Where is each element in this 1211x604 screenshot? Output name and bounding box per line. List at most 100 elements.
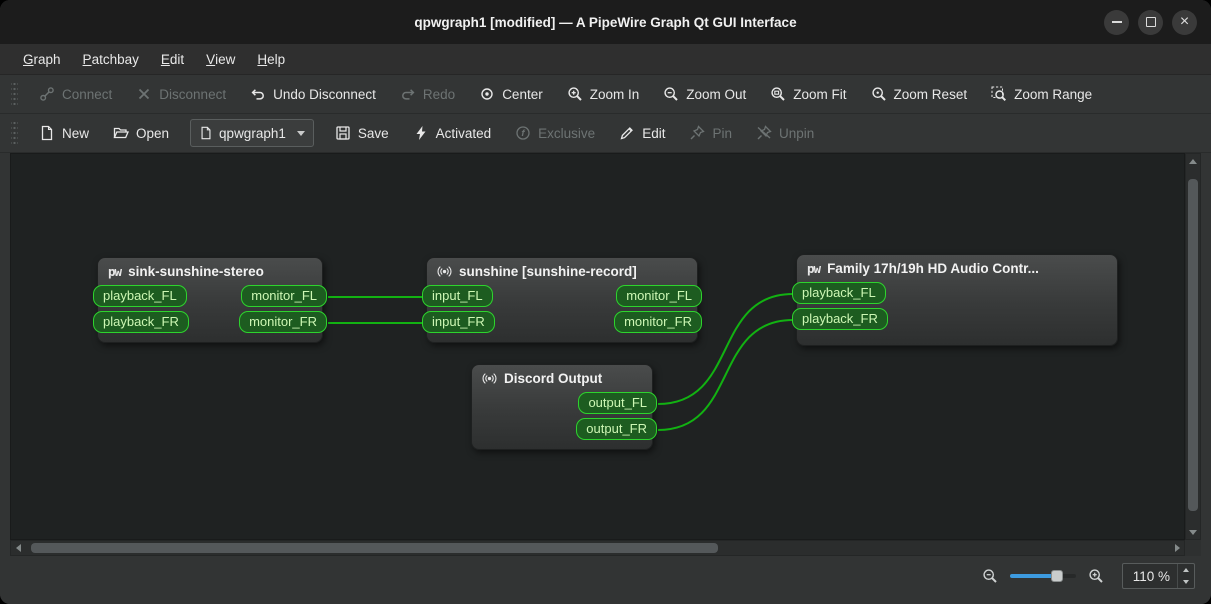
zoom-in-icon[interactable] bbox=[1088, 568, 1104, 584]
output-port-monitor_FR[interactable]: monitor_FR bbox=[239, 311, 327, 333]
edit-label: Edit bbox=[642, 125, 666, 141]
exclusive-label: Exclusive bbox=[538, 125, 596, 141]
menu-graph[interactable]: Graph bbox=[12, 44, 72, 74]
input-port-playback_FR[interactable]: playback_FR bbox=[792, 308, 888, 330]
patchbay-combo[interactable]: qpwgraph1 bbox=[190, 119, 314, 147]
menu-edit[interactable]: Edit bbox=[150, 44, 195, 74]
toolbar-drag-handle[interactable] bbox=[11, 83, 18, 105]
spin-down-button[interactable] bbox=[1178, 576, 1194, 588]
window-controls: × bbox=[1104, 9, 1211, 35]
menu-help[interactable]: Help bbox=[246, 44, 296, 74]
zoom-slider-handle[interactable] bbox=[1051, 570, 1064, 582]
scroll-right-button[interactable] bbox=[1170, 541, 1184, 555]
pin-label: Pin bbox=[712, 125, 732, 141]
exclusive-button[interactable]: f Exclusive bbox=[504, 118, 606, 148]
graph-node-sink-sunshine-stereo[interactable]: pw sink-sunshine-stereo playback_FL monitor… bbox=[93, 257, 327, 343]
connect-button[interactable]: Connect bbox=[28, 79, 123, 109]
new-button[interactable]: New bbox=[28, 118, 100, 148]
spin-up-button[interactable] bbox=[1178, 564, 1194, 576]
maximize-icon bbox=[1145, 17, 1156, 27]
redo-button[interactable]: Redo bbox=[389, 79, 466, 109]
toolbar-drag-handle[interactable] bbox=[11, 122, 18, 144]
maximize-button[interactable] bbox=[1138, 9, 1163, 35]
output-port-output_FR[interactable]: output_FR bbox=[576, 418, 657, 440]
input-port-input_FR[interactable]: input_FR bbox=[422, 311, 495, 333]
port-row: output_FL bbox=[467, 392, 657, 414]
graph-canvas[interactable]: pw sink-sunshine-stereo playback_FL monitor… bbox=[10, 153, 1185, 540]
node-title: sunshine [sunshine-record] bbox=[427, 258, 697, 285]
vertical-scroll-thumb[interactable] bbox=[1188, 178, 1198, 511]
chevron-down-icon bbox=[296, 130, 305, 136]
zoom-slider[interactable] bbox=[1009, 569, 1076, 583]
input-port-playback_FL[interactable]: playback_FL bbox=[792, 282, 886, 304]
redo-label: Redo bbox=[422, 86, 456, 102]
horizontal-scrollbar[interactable] bbox=[10, 540, 1185, 556]
zoom-range-button[interactable]: Zoom Range bbox=[980, 79, 1103, 109]
center-label: Center bbox=[502, 86, 543, 102]
zoom-slider-track[interactable] bbox=[1009, 574, 1076, 578]
save-label: Save bbox=[357, 125, 389, 141]
save-button[interactable]: Save bbox=[324, 118, 400, 148]
input-port-playback_FL[interactable]: playback_FL bbox=[93, 285, 187, 307]
horizontal-scroll-thumb[interactable] bbox=[30, 543, 718, 553]
zoom-out-button[interactable]: Zoom Out bbox=[652, 79, 757, 109]
pin-icon bbox=[690, 125, 706, 140]
patchbay-combo-value: qpwgraph1 bbox=[219, 125, 286, 141]
graph-node-family-audio[interactable]: pw Family 17h/19h HD Audio Contr... playba… bbox=[792, 254, 1118, 346]
file-toolbar: New Open qpwgraph1 Save Activated f Excl… bbox=[0, 114, 1211, 153]
zoom-in-button[interactable]: Zoom In bbox=[556, 79, 651, 109]
graph-node-discord-output[interactable]: Discord Output output_FL output_FR bbox=[471, 364, 657, 450]
zoom-reset-button[interactable]: Zoom Reset bbox=[860, 79, 979, 109]
vertical-scroll-track[interactable] bbox=[1186, 168, 1200, 525]
graph-toolbar: Connect Disconnect Undo Disconnect Redo … bbox=[0, 75, 1211, 114]
pin-button[interactable]: Pin bbox=[678, 118, 743, 148]
scrollbar-corner bbox=[1185, 540, 1201, 556]
titlebar[interactable]: qpwgraph1 [modified] — A PipeWire Graph … bbox=[0, 0, 1211, 44]
menubar: Graph Patchbay Edit View Help bbox=[0, 44, 1211, 75]
center-icon bbox=[481, 88, 493, 100]
graph-node-sunshine[interactable]: sunshine [sunshine-record] input_FLmonito… bbox=[422, 257, 702, 343]
canvas-region: pw sink-sunshine-stereo playback_FL monitor… bbox=[10, 153, 1201, 556]
arrow-right-icon bbox=[1174, 544, 1180, 552]
scroll-down-button[interactable] bbox=[1186, 525, 1200, 539]
menu-view[interactable]: View bbox=[195, 44, 246, 74]
undo-disconnect-button[interactable]: Undo Disconnect bbox=[239, 79, 387, 109]
new-label: New bbox=[62, 125, 90, 141]
scroll-up-button[interactable] bbox=[1186, 154, 1200, 168]
output-port-monitor_FL[interactable]: monitor_FL bbox=[241, 285, 327, 307]
node-title: pw Family 17h/19h HD Audio Contr... bbox=[807, 261, 1039, 276]
open-button[interactable]: Open bbox=[102, 118, 180, 148]
minimize-button[interactable] bbox=[1104, 9, 1129, 35]
lightning-icon bbox=[416, 126, 426, 140]
menu-patchbay[interactable]: Patchbay bbox=[72, 44, 150, 74]
horizontal-scroll-track[interactable] bbox=[25, 541, 1170, 555]
arrow-down-icon bbox=[1183, 580, 1189, 584]
input-port-input_FL[interactable]: input_FL bbox=[422, 285, 493, 307]
output-port-monitor_FL[interactable]: monitor_FL bbox=[616, 285, 702, 307]
zoom-reset-label: Zoom Reset bbox=[893, 86, 968, 102]
svg-text:f: f bbox=[522, 128, 526, 139]
input-port-playback_FR[interactable]: playback_FR bbox=[93, 311, 189, 333]
unpin-button[interactable]: Unpin bbox=[745, 118, 825, 148]
app-window: qpwgraph1 [modified] — A PipeWire Graph … bbox=[0, 0, 1211, 604]
disconnect-button[interactable]: Disconnect bbox=[125, 79, 237, 109]
output-port-output_FL[interactable]: output_FL bbox=[578, 392, 657, 414]
zoom-fit-label: Zoom Fit bbox=[793, 86, 847, 102]
zoom-value[interactable]: 110 % bbox=[1123, 564, 1177, 588]
port-row: input_FR monitor_FR bbox=[422, 311, 702, 333]
node-title: pw sink-sunshine-stereo bbox=[108, 264, 264, 279]
close-button[interactable]: × bbox=[1172, 9, 1197, 35]
speaker-icon bbox=[482, 373, 497, 384]
open-folder-icon bbox=[113, 127, 129, 139]
zoom-slider-fill bbox=[1009, 574, 1058, 578]
center-button[interactable]: Center bbox=[468, 79, 554, 109]
output-port-monitor_FR[interactable]: monitor_FR bbox=[614, 311, 702, 333]
activated-button[interactable]: Activated bbox=[402, 118, 503, 148]
edit-button[interactable]: Edit bbox=[608, 118, 676, 148]
zoom-fit-button[interactable]: Zoom Fit bbox=[759, 79, 857, 109]
scroll-left-button[interactable] bbox=[11, 541, 25, 555]
exclusive-icon: f bbox=[516, 126, 530, 140]
vertical-scrollbar[interactable] bbox=[1185, 153, 1201, 540]
zoom-out-icon[interactable] bbox=[982, 568, 998, 584]
zoom-spinbox[interactable]: 110 % bbox=[1121, 563, 1195, 589]
